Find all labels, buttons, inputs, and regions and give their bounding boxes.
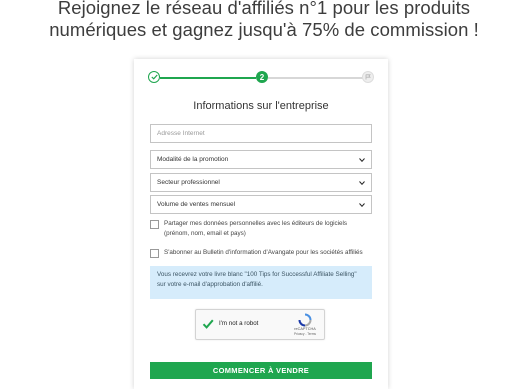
- newsletter-row: S'abonner au Bulletin d'information d'Av…: [150, 248, 372, 258]
- info-box: Vous recevrez votre livre blanc "100 Tip…: [150, 266, 372, 299]
- progress-stepper: 2: [148, 71, 374, 85]
- check-icon: [150, 74, 158, 80]
- sector-select[interactable]: Secteur professionnel: [150, 173, 372, 192]
- flag-icon: [365, 74, 371, 80]
- recaptcha-widget: I'm not a robot reCAPTCHA Privacy - Term…: [195, 309, 325, 340]
- consent-share-row: Partager mes données personnelles avec l…: [150, 219, 372, 239]
- chevron-down-icon: [359, 157, 365, 162]
- step-2-indicator: 2: [256, 71, 268, 83]
- consent-share-label: Partager mes données personnelles avec l…: [164, 220, 348, 237]
- promotion-select[interactable]: Modalité de la promotion: [150, 150, 372, 169]
- headline-line-2: numériques et gagnez jusqu'à 75% de comm…: [49, 19, 479, 40]
- signup-card: 2 Informations sur l'entreprise Adresse …: [134, 59, 388, 389]
- sales-volume-select[interactable]: Volume de ventes mensuel: [150, 195, 372, 214]
- promotion-select-value: Modalité de la promotion: [157, 156, 229, 163]
- stepper-line-completed: [160, 77, 256, 79]
- recaptcha-logo-icon: [298, 313, 312, 327]
- headline-line-1: Rejoignez le réseau d'affiliés n°1 pour …: [57, 0, 471, 18]
- step-3-indicator: [362, 71, 374, 83]
- chevron-down-icon: [359, 180, 365, 185]
- recaptcha-label: I'm not a robot: [219, 320, 259, 327]
- website-input-placeholder: Adresse Internet: [157, 130, 205, 137]
- page-headline: Rejoignez le réseau d'affiliés n°1 pour …: [0, 0, 528, 41]
- sales-volume-select-value: Volume de ventes mensuel: [157, 201, 236, 208]
- newsletter-label: S'abonner au Bulletin d'information d'Av…: [164, 249, 363, 256]
- consent-share-checkbox[interactable]: [150, 220, 159, 229]
- sector-select-value: Secteur professionnel: [157, 179, 220, 186]
- section-title: Informations sur l'entreprise: [193, 100, 329, 112]
- chevron-down-icon: [359, 202, 365, 207]
- website-input[interactable]: Adresse Internet: [150, 124, 372, 143]
- recaptcha-links[interactable]: Privacy - Terms: [288, 332, 322, 336]
- stepper-line-pending: [268, 77, 364, 79]
- newsletter-checkbox[interactable]: [150, 249, 159, 258]
- step-1-indicator: [148, 71, 160, 83]
- start-selling-button[interactable]: COMMENCER À VENDRE: [150, 362, 372, 379]
- recaptcha-checkbox[interactable]: [202, 318, 214, 330]
